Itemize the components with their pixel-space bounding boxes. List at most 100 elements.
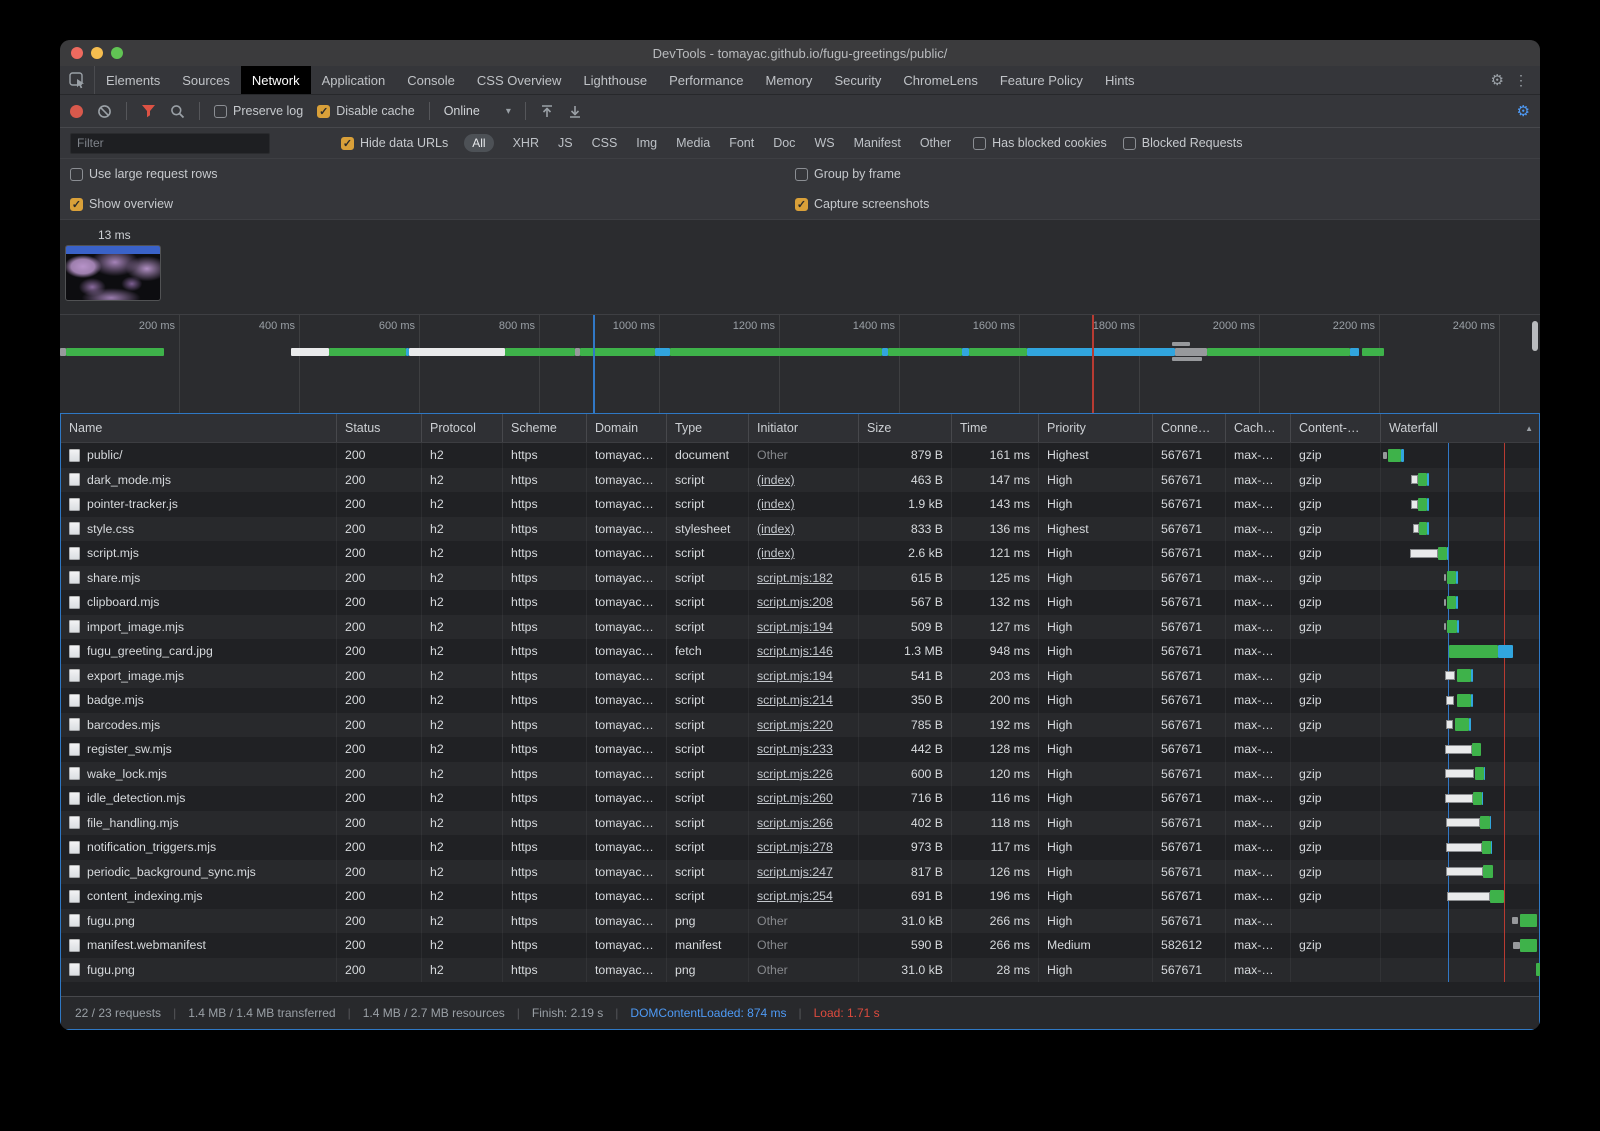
filter-funnel-icon[interactable] bbox=[141, 104, 156, 118]
initiator-link[interactable]: script.mjs:254 bbox=[757, 889, 833, 903]
initiator-link[interactable]: script.mjs:208 bbox=[757, 595, 833, 609]
initiator-link[interactable]: (index) bbox=[757, 473, 795, 487]
request-row[interactable]: style.css200h2httpstomayac…stylesheet(in… bbox=[61, 517, 1539, 542]
filter-input[interactable] bbox=[70, 133, 270, 154]
request-row[interactable]: manifest.webmanifest200h2httpstomayac…ma… bbox=[61, 933, 1539, 958]
type-filter-xhr[interactable]: XHR bbox=[513, 136, 539, 150]
has-blocked-cookies-checkbox[interactable]: Has blocked cookies bbox=[973, 136, 1107, 150]
minimize-window-button[interactable] bbox=[91, 47, 103, 59]
settings-gear-icon[interactable]: ⚙ bbox=[1491, 73, 1504, 88]
request-row[interactable]: fugu.png200h2httpstomayac…pngOther31.0 k… bbox=[61, 958, 1539, 983]
import-har-icon[interactable] bbox=[540, 104, 554, 119]
column-header-waterfall[interactable]: Waterfall▲ bbox=[1381, 414, 1540, 442]
initiator-link[interactable]: script.mjs:226 bbox=[757, 767, 833, 781]
column-header-name[interactable]: Name bbox=[61, 414, 337, 442]
inspect-element-button[interactable] bbox=[60, 66, 95, 94]
tab-lighthouse[interactable]: Lighthouse bbox=[572, 66, 658, 94]
column-header-content[interactable]: Content-… bbox=[1291, 414, 1381, 442]
search-icon[interactable] bbox=[170, 104, 185, 119]
column-header-priority[interactable]: Priority bbox=[1039, 414, 1153, 442]
use-large-request-rows-checkbox[interactable]: Use large request rows bbox=[70, 167, 218, 181]
tab-console[interactable]: Console bbox=[396, 66, 466, 94]
more-options-icon[interactable]: ⋮ bbox=[1514, 73, 1528, 87]
request-row[interactable]: idle_detection.mjs200h2httpstomayac…scri… bbox=[61, 786, 1539, 811]
tab-hints[interactable]: Hints bbox=[1094, 66, 1146, 94]
request-row[interactable]: badge.mjs200h2httpstomayac…scriptscript.… bbox=[61, 688, 1539, 713]
tab-performance[interactable]: Performance bbox=[658, 66, 754, 94]
column-header-scheme[interactable]: Scheme bbox=[503, 414, 587, 442]
request-row[interactable]: barcodes.mjs200h2httpstomayac…scriptscri… bbox=[61, 713, 1539, 738]
tab-memory[interactable]: Memory bbox=[754, 66, 823, 94]
request-row[interactable]: wake_lock.mjs200h2httpstomayac…scriptscr… bbox=[61, 762, 1539, 787]
type-filter-css[interactable]: CSS bbox=[592, 136, 618, 150]
type-filter-other[interactable]: Other bbox=[920, 136, 951, 150]
disable-cache-checkbox[interactable]: ✓ Disable cache bbox=[317, 104, 415, 118]
initiator-link[interactable]: script.mjs:146 bbox=[757, 644, 833, 658]
record-icon[interactable] bbox=[70, 105, 83, 118]
initiator-link[interactable]: script.mjs:260 bbox=[757, 791, 833, 805]
request-row[interactable]: content_indexing.mjs200h2httpstomayac…sc… bbox=[61, 884, 1539, 909]
tab-css-overview[interactable]: CSS Overview bbox=[466, 66, 573, 94]
initiator-link[interactable]: script.mjs:233 bbox=[757, 742, 833, 756]
request-row[interactable]: clipboard.mjs200h2httpstomayac…scriptscr… bbox=[61, 590, 1539, 615]
request-row[interactable]: fugu_greeting_card.jpg200h2httpstomayac…… bbox=[61, 639, 1539, 664]
type-filter-js[interactable]: JS bbox=[558, 136, 573, 150]
column-header-status[interactable]: Status bbox=[337, 414, 422, 442]
type-filter-manifest[interactable]: Manifest bbox=[854, 136, 901, 150]
type-filter-doc[interactable]: Doc bbox=[773, 136, 795, 150]
initiator-link[interactable]: script.mjs:182 bbox=[757, 571, 833, 585]
close-window-button[interactable] bbox=[71, 47, 83, 59]
initiator-link[interactable]: script.mjs:214 bbox=[757, 693, 833, 707]
hide-data-urls-checkbox[interactable]: ✓ Hide data URLs bbox=[341, 136, 448, 150]
initiator-link[interactable]: script.mjs:278 bbox=[757, 840, 833, 854]
column-header-cach[interactable]: Cach… bbox=[1226, 414, 1291, 442]
request-row[interactable]: register_sw.mjs200h2httpstomayac…scripts… bbox=[61, 737, 1539, 762]
request-row[interactable]: import_image.mjs200h2httpstomayac…script… bbox=[61, 615, 1539, 640]
clear-icon[interactable] bbox=[97, 104, 112, 119]
preserve-log-checkbox[interactable]: Preserve log bbox=[214, 104, 303, 118]
column-header-initiator[interactable]: Initiator bbox=[749, 414, 859, 442]
tab-chromelens[interactable]: ChromeLens bbox=[892, 66, 988, 94]
initiator-link[interactable]: (index) bbox=[757, 497, 795, 511]
network-overview[interactable]: 200 ms400 ms600 ms800 ms1000 ms1200 ms14… bbox=[60, 314, 1540, 413]
column-header-type[interactable]: Type bbox=[667, 414, 749, 442]
request-row[interactable]: export_image.mjs200h2httpstomayac…script… bbox=[61, 664, 1539, 689]
column-header-domain[interactable]: Domain bbox=[587, 414, 667, 442]
tab-security[interactable]: Security bbox=[823, 66, 892, 94]
blocked-requests-checkbox[interactable]: Blocked Requests bbox=[1123, 136, 1243, 150]
request-row[interactable]: periodic_background_sync.mjs200h2httpsto… bbox=[61, 860, 1539, 885]
column-header-size[interactable]: Size bbox=[859, 414, 952, 442]
sort-ascending-icon[interactable]: ▲ bbox=[1525, 424, 1533, 433]
maximize-window-button[interactable] bbox=[111, 47, 123, 59]
overview-scrollbar-thumb[interactable] bbox=[1532, 321, 1538, 351]
request-row[interactable]: public/200h2httpstomayac…documentOther87… bbox=[61, 443, 1539, 468]
type-filter-all[interactable]: All bbox=[464, 134, 493, 152]
group-by-frame-checkbox[interactable]: Group by frame bbox=[795, 167, 901, 181]
type-filter-media[interactable]: Media bbox=[676, 136, 710, 150]
column-header-conne[interactable]: Conne… bbox=[1153, 414, 1226, 442]
request-row[interactable]: dark_mode.mjs200h2httpstomayac…script(in… bbox=[61, 468, 1539, 493]
initiator-link[interactable]: (index) bbox=[757, 546, 795, 560]
show-overview-checkbox[interactable]: ✓ Show overview bbox=[70, 197, 173, 211]
initiator-link[interactable]: script.mjs:194 bbox=[757, 669, 833, 683]
request-row[interactable]: fugu.png200h2httpstomayac…pngOther31.0 k… bbox=[61, 909, 1539, 934]
request-row[interactable]: script.mjs200h2httpstomayac…script(index… bbox=[61, 541, 1539, 566]
initiator-link[interactable]: script.mjs:247 bbox=[757, 865, 833, 879]
request-row[interactable]: notification_triggers.mjs200h2httpstomay… bbox=[61, 835, 1539, 860]
export-har-icon[interactable] bbox=[568, 104, 582, 119]
initiator-link[interactable]: script.mjs:220 bbox=[757, 718, 833, 732]
tab-application[interactable]: Application bbox=[311, 66, 397, 94]
type-filter-font[interactable]: Font bbox=[729, 136, 754, 150]
request-row[interactable]: share.mjs200h2httpstomayac…scriptscript.… bbox=[61, 566, 1539, 591]
column-header-protocol[interactable]: Protocol bbox=[422, 414, 503, 442]
initiator-link[interactable]: script.mjs:266 bbox=[757, 816, 833, 830]
type-filter-img[interactable]: Img bbox=[636, 136, 657, 150]
request-row[interactable]: file_handling.mjs200h2httpstomayac…scrip… bbox=[61, 811, 1539, 836]
throttling-dropdown[interactable]: Online ▾ bbox=[444, 104, 511, 118]
tab-feature-policy[interactable]: Feature Policy bbox=[989, 66, 1094, 94]
capture-screenshots-checkbox[interactable]: ✓ Capture screenshots bbox=[795, 197, 929, 211]
network-settings-gear-icon[interactable]: ⚙ bbox=[1517, 104, 1530, 119]
initiator-link[interactable]: (index) bbox=[757, 522, 795, 536]
tab-network[interactable]: Network bbox=[241, 66, 311, 94]
tab-elements[interactable]: Elements bbox=[95, 66, 171, 94]
